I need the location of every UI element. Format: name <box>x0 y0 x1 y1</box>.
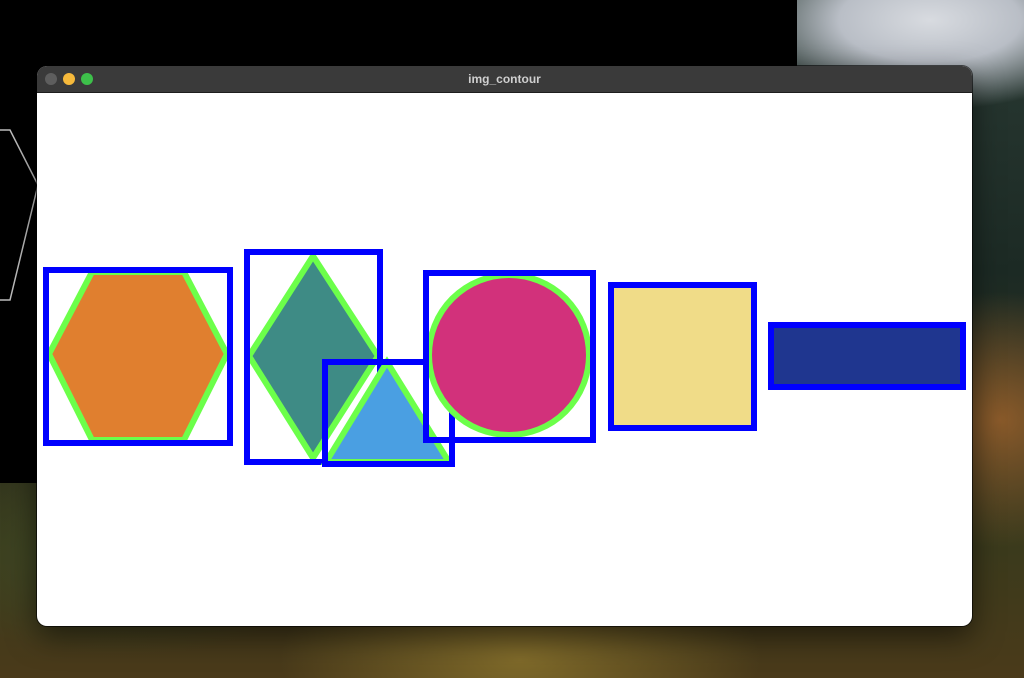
titlebar: img_contour <box>37 66 972 93</box>
image-window: img_contour <box>37 66 972 626</box>
hexagon-contour <box>45 269 231 443</box>
circle-contour <box>426 272 592 438</box>
image-canvas <box>43 249 966 467</box>
window-title: img_contour <box>468 72 541 86</box>
square-shape <box>608 282 757 431</box>
hexagon-shape <box>43 267 233 446</box>
square-fill <box>611 285 754 428</box>
rectangle-shape <box>768 322 966 390</box>
rectangle-fill <box>771 325 963 387</box>
